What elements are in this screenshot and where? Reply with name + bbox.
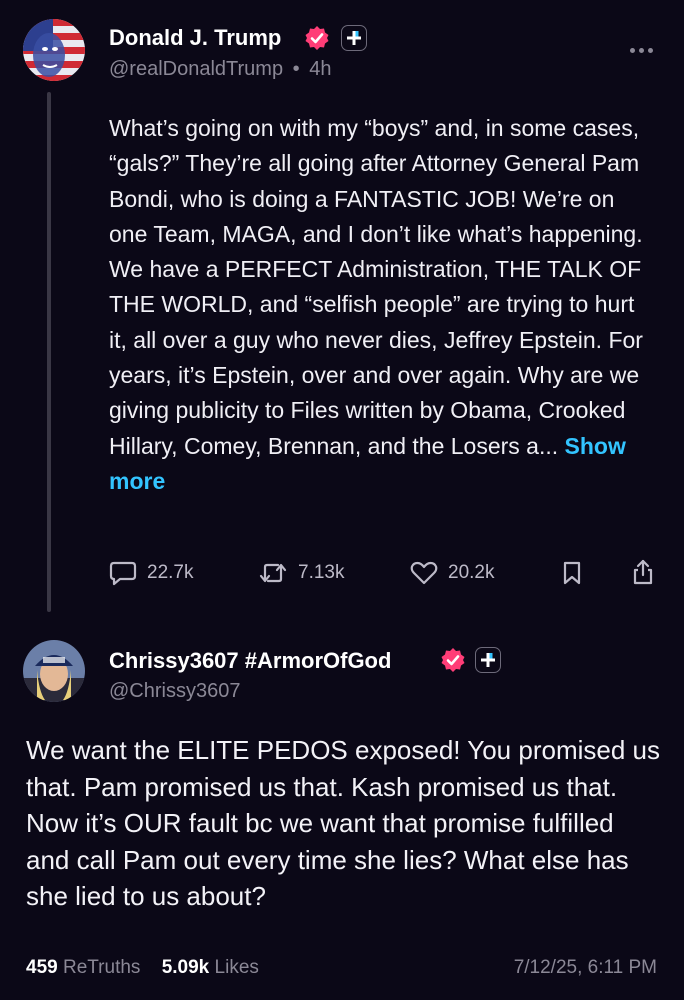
retruth-icon [259,563,287,583]
reply-icon [109,561,137,586]
likes-count: 5.09k [161,957,210,978]
retruths-label: ReTruths [62,957,141,978]
like-count: 20.2k [448,562,495,583]
reply-button[interactable]: 22.7k [109,560,193,586]
retruth-button[interactable]: 7.13k [258,560,344,586]
avatar[interactable] [23,19,85,81]
post-author-name[interactable]: Donald J. Trump [109,25,281,51]
post-time: 4h [309,58,332,80]
reply-timestamp: 7/12/25, 6:11 PM [513,957,657,978]
follow-button[interactable] [341,25,367,51]
reply-author-name[interactable]: Chrissy3607 #ArmorOfGod [109,648,391,674]
retruth-count: 7.13k [298,562,345,583]
meta-separator: • [292,58,300,80]
like-icon [410,561,438,585]
reply-body: We want the ELITE PEDOS exposed! You pro… [26,735,660,912]
verified-badge-icon [304,25,330,51]
bookmark-button[interactable] [561,560,583,586]
post-meta: @realDonaldTrump • 4h [109,58,331,81]
thread-line [47,92,51,612]
follow-button[interactable] [475,647,501,673]
post-handle[interactable]: @realDonaldTrump [109,58,283,80]
share-button[interactable] [630,558,656,586]
likes-stat[interactable]: 5.09k Likes [162,957,259,978]
post-body: What’s going on with my “boys” and, in s… [109,111,657,499]
user-photo-avatar-image [23,640,85,702]
reply-avatar[interactable] [23,640,85,702]
reply-count: 22.7k [147,562,194,583]
verified-badge-icon [440,647,466,673]
more-options-icon[interactable] [630,48,653,53]
plus-icon [347,31,361,45]
post-text: What’s going on with my “boys” and, in s… [109,115,643,459]
reply-handle[interactable]: @Chrissy3607 [109,680,240,703]
retruths-stat[interactable]: 459 ReTruths [26,957,146,978]
retruths-count: 459 [26,957,58,978]
bookmark-icon [563,561,581,585]
like-button[interactable]: 20.2k [410,560,494,586]
plus-icon [481,653,495,667]
flag-portrait-avatar-image [23,19,85,81]
reply-stats: 459 ReTruths 5.09k Likes [26,957,259,979]
share-icon [633,559,653,585]
likes-label: Likes [214,957,259,978]
